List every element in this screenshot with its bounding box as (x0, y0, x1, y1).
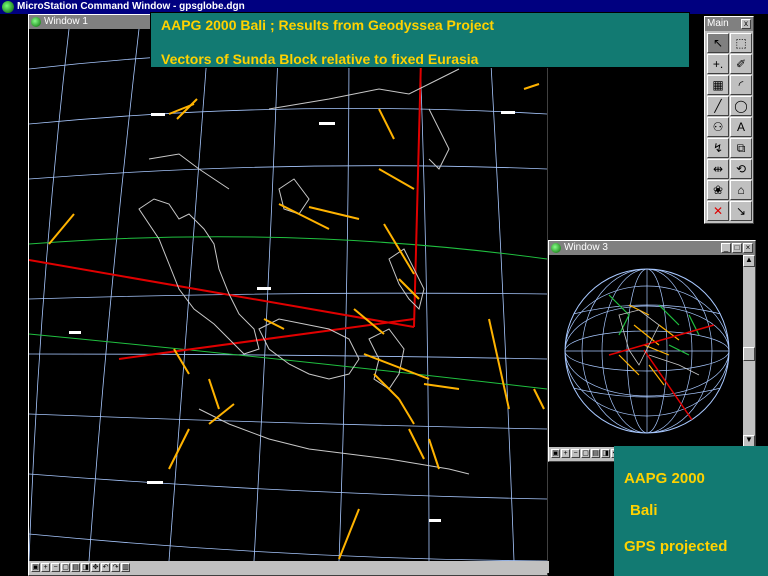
cell-icon[interactable]: ⌂ (730, 180, 752, 200)
fence-icon[interactable]: ⬚ (730, 33, 752, 53)
scroll-thumb[interactable] (743, 347, 755, 361)
window-area-icon[interactable]: ▢ (581, 448, 590, 458)
graticule-lines (29, 29, 547, 561)
minimize-icon[interactable]: _ (721, 243, 731, 253)
window-area-icon[interactable]: ▢ (61, 562, 70, 572)
scroll-up-icon[interactable]: ▲ (743, 255, 755, 267)
main-tool-palette[interactable]: Main x ↖ ⬚ +. ✐ ▦ ◜ ╱ ◯ ⚇ A ↯ ⧉ ⇹ ⟲ ❀ ⌂ ✕ ↘ (704, 16, 754, 224)
ellipse-tool-icon[interactable]: ◯ (730, 96, 752, 116)
grid-cell-icon[interactable]: ▦ (707, 75, 729, 95)
main-palette-title-bar[interactable]: Main x (705, 17, 753, 31)
banner-line-2: Vectors of Sunda Block relative to fixed… (161, 51, 479, 67)
window-1-title: Window 1 (44, 16, 88, 27)
zoom-out-icon[interactable]: − (51, 562, 60, 572)
gps-vectors (48, 83, 545, 560)
plate-boundary-lines (29, 58, 422, 360)
globe-map-view (29, 29, 547, 561)
rotate-icon[interactable]: ⟲ (730, 159, 752, 179)
window-1-view[interactable] (29, 29, 547, 561)
window-3[interactable]: Window 3 _ □ × ▲ ▼ ▣ + − ▢ ▤ ◨ (548, 240, 757, 462)
rotate-view-icon[interactable]: ◨ (81, 562, 90, 572)
equator-line-north (29, 236, 547, 260)
microstation-logo-icon (2, 1, 14, 13)
modify-icon[interactable]: ↯ (707, 138, 729, 158)
window-logo-icon (31, 17, 41, 27)
info-line-2: Bali (630, 502, 658, 519)
site-labels (69, 111, 515, 522)
zoom-out-icon[interactable]: − (571, 448, 580, 458)
title-banner: AAPG 2000 Bali ; Results from Geodyssea … (150, 12, 690, 68)
measure-icon[interactable]: ✐ (730, 54, 752, 74)
main-palette-title: Main (707, 18, 729, 29)
zoom-in-icon[interactable]: + (41, 562, 50, 572)
maximize-icon[interactable]: □ (732, 243, 742, 253)
info-line-3: GPS projected (624, 538, 728, 555)
group-icon[interactable]: ⚇ (707, 117, 729, 137)
info-box: AAPG 2000 Bali GPS projected (614, 446, 768, 576)
delete-icon[interactable]: ✕ (707, 201, 729, 221)
fit-view-icon[interactable]: ▤ (71, 562, 80, 572)
arc-tool-icon[interactable]: ◜ (730, 75, 752, 95)
pan-view-icon[interactable]: ✥ (91, 562, 100, 572)
fit-view-icon[interactable]: ▤ (591, 448, 600, 458)
attributes-icon[interactable]: ❀ (707, 180, 729, 200)
view-next-icon[interactable]: ↷ (111, 562, 120, 572)
window-3-title: Window 3 (564, 242, 608, 253)
zoom-in-icon[interactable]: + (561, 448, 570, 458)
globe-overview (564, 268, 730, 434)
update-view-icon[interactable]: ▣ (31, 562, 40, 572)
banner-line-1: AAPG 2000 Bali ; Results from Geodyssea … (161, 17, 495, 33)
text-tool-icon[interactable]: A (730, 117, 752, 137)
arrow-select-icon[interactable]: ↖ (707, 33, 729, 53)
window-3-title-bar[interactable]: Window 3 _ □ × (549, 241, 755, 255)
info-line-1: AAPG 2000 (624, 470, 705, 487)
tool-grid: ↖ ⬚ +. ✐ ▦ ◜ ╱ ◯ ⚇ A ↯ ⧉ ⇹ ⟲ ❀ ⌂ ✕ ↘ (707, 33, 753, 221)
update-view-icon[interactable]: ▣ (551, 448, 560, 458)
view-previous-icon[interactable]: ↶ (101, 562, 110, 572)
window-logo-icon (551, 243, 561, 253)
scale-icon[interactable]: ⇹ (707, 159, 729, 179)
rotate-view-icon[interactable]: ◨ (601, 448, 610, 458)
copy-icon[interactable]: ⧉ (730, 138, 752, 158)
close-icon[interactable]: × (743, 243, 753, 253)
window-3-view[interactable] (549, 255, 743, 447)
window-3-vertical-scrollbar[interactable]: ▲ ▼ (743, 255, 755, 447)
copy-view-icon[interactable]: ▥ (121, 562, 130, 572)
place-point-icon[interactable]: +. (707, 54, 729, 74)
window-1[interactable]: Window 1 ▣ + − ▢ ▤ ◨ ✥ ↶ ↷ ▥ (28, 14, 549, 576)
line-tool-icon[interactable]: ╱ (707, 96, 729, 116)
close-icon[interactable]: x (741, 19, 751, 29)
drop-icon[interactable]: ↘ (730, 201, 752, 221)
window-1-view-controls: ▣ + − ▢ ▤ ◨ ✥ ↶ ↷ ▥ (29, 561, 549, 573)
